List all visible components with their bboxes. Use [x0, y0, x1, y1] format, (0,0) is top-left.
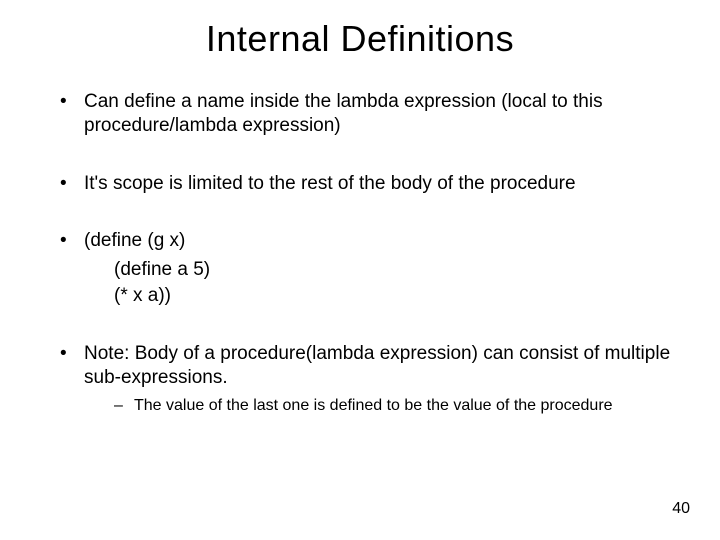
bullet-text-4: Note: Body of a procedure(lambda express…: [84, 343, 670, 388]
bullet-item-4: Note: Body of a procedure(lambda express…: [60, 342, 680, 416]
bullet-text-2: It's scope is limited to the rest of the…: [84, 173, 576, 194]
slide-title: Internal Definitions: [40, 18, 680, 60]
code-line-2: (define a 5): [114, 257, 680, 283]
bullet-item-2: It's scope is limited to the rest of the…: [60, 172, 680, 196]
code-line-3: (* x a)): [114, 283, 680, 309]
sub-bullet-list: The value of the last one is defined to …: [84, 396, 680, 417]
bullet-text-3-line1: (define (g x): [84, 230, 185, 251]
sub-bullet-item-1: The value of the last one is defined to …: [114, 396, 680, 417]
bullet-item-3: (define (g x) (define a 5) (* x a)): [60, 229, 680, 308]
bullet-text-1: Can define a name inside the lambda expr…: [84, 91, 603, 136]
bullet-item-1: Can define a name inside the lambda expr…: [60, 90, 680, 138]
slide: Internal Definitions Can define a name i…: [0, 0, 720, 540]
sub-bullet-text-1: The value of the last one is defined to …: [134, 397, 613, 414]
bullet-list: Can define a name inside the lambda expr…: [40, 90, 680, 417]
page-number: 40: [672, 500, 690, 518]
code-block: (define a 5) (* x a)): [84, 257, 680, 308]
